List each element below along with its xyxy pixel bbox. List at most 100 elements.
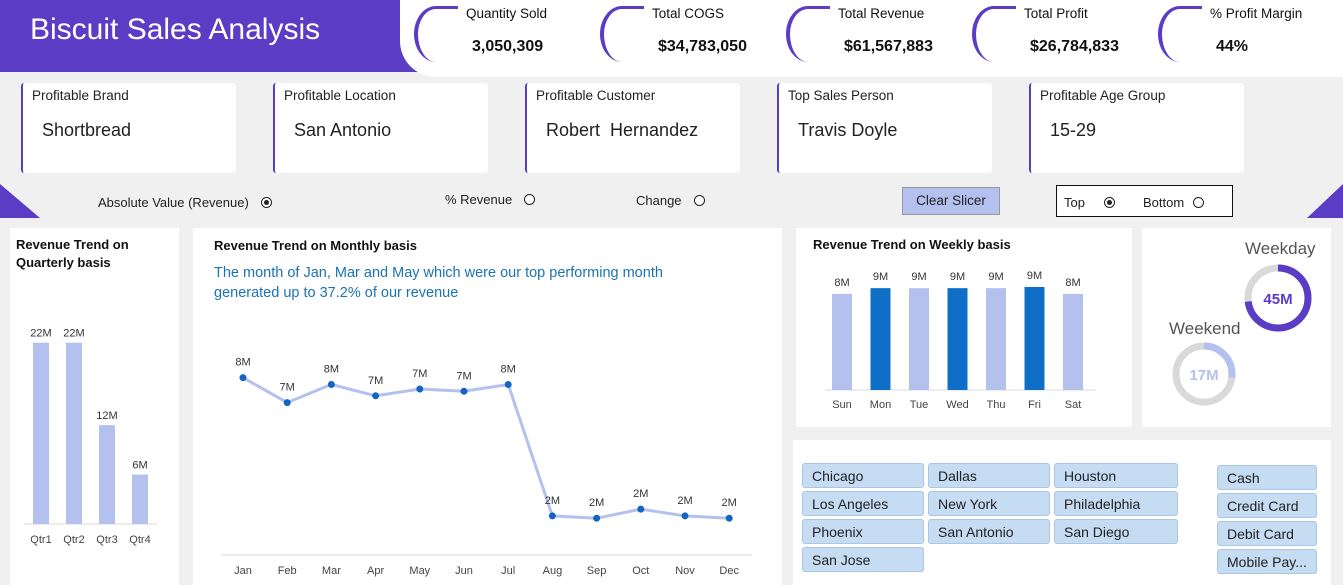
radio-percent-revenue[interactable] [524, 194, 536, 205]
data-label: 7M [412, 368, 427, 380]
slicer-city-dallas[interactable]: Dallas [928, 463, 1050, 488]
data-point-aug [548, 512, 556, 520]
slicer-city-los-angeles[interactable]: Los Angeles [802, 491, 924, 516]
option-percent-revenue[interactable]: % Revenue [445, 192, 536, 207]
option-bottom[interactable]: Bottom [1143, 195, 1205, 210]
slicer-payment-credit-card[interactable]: Credit Card [1217, 493, 1317, 518]
slicer-city-new-york[interactable]: New York [928, 491, 1050, 516]
card-value: Robert Hernandez [546, 120, 699, 140]
kpi-value: 3,050,309 [472, 38, 544, 55]
tick-label: Qtr3 [96, 534, 117, 546]
data-label: 7M [456, 370, 471, 382]
data-label: 2M [633, 488, 648, 500]
option-absolute[interactable]: Absolute Value (Revenue) [98, 195, 272, 210]
slicer-city-san-jose[interactable]: San Jose [802, 547, 924, 572]
tick-label: Oct [632, 565, 649, 577]
slicer-payment-cash[interactable]: Cash [1217, 465, 1317, 490]
weekday-label: Weekday [1245, 239, 1316, 258]
card-value: Travis Doyle [798, 120, 898, 140]
weekend-value: 17M [1189, 367, 1218, 384]
card-profitable-age-group: Profitable Age Group 15-29 [1029, 83, 1244, 173]
tick-label: Mon [870, 399, 891, 411]
slicer-city-phoenix[interactable]: Phoenix [802, 519, 924, 544]
weekly-panel: Revenue Trend on Weekly basis 8M Sun 9M Mon… [796, 228, 1132, 427]
tick-label: Wed [946, 399, 968, 411]
card-label: Profitable Brand [32, 88, 129, 103]
arc-icon [414, 6, 458, 62]
tick-label: Apr [367, 565, 384, 577]
slicer-city-san-diego[interactable]: San Diego [1054, 519, 1178, 544]
card-label: Profitable Customer [536, 88, 656, 103]
option-bottom-label: Bottom [1143, 195, 1185, 210]
data-label: 9M [988, 271, 1003, 283]
slicer-city-san-antonio[interactable]: San Antonio [928, 519, 1050, 544]
data-label: 2M [545, 495, 560, 507]
slicer-payment-debit-card[interactable]: Debit Card [1217, 521, 1317, 546]
data-point-jul [504, 380, 512, 388]
slicer-city-chicago[interactable]: Chicago [802, 463, 924, 488]
data-label: 8M [324, 363, 339, 375]
data-point-nov [681, 512, 689, 520]
data-point-jan [239, 374, 247, 382]
tick-label: Qtr4 [129, 534, 150, 546]
kpi-label: Total Profit [1024, 6, 1088, 21]
card-label: Profitable Location [284, 88, 396, 103]
card-profitable-location: Profitable Location San Antonio [273, 83, 488, 173]
radio-absolute[interactable] [260, 197, 272, 208]
arc-icon [600, 6, 644, 62]
card-value: Shortbread [42, 120, 132, 140]
data-label: 8M [235, 357, 250, 369]
arc-icon [972, 6, 1016, 62]
option-change[interactable]: Change [636, 193, 705, 208]
data-point-oct [637, 505, 645, 513]
data-label: 2M [722, 497, 737, 509]
data-point-mar [327, 380, 335, 388]
card-label: Top Sales Person [788, 88, 894, 103]
bar-qtr4 [132, 474, 148, 524]
clear-slicer-button[interactable]: Clear Slicer [902, 187, 1000, 215]
radio-bottom[interactable] [1193, 197, 1205, 208]
bar-mon [870, 288, 891, 390]
tick-label: Sep [587, 565, 607, 577]
data-point-apr [372, 392, 380, 400]
option-absolute-label: Absolute Value (Revenue) [98, 195, 249, 210]
kpi-value: 44% [1216, 38, 1249, 55]
data-label: 22M [30, 328, 51, 340]
tick-label: Tue [910, 399, 929, 411]
data-label: 12M [96, 410, 117, 422]
kpi-value: $61,567,883 [844, 38, 933, 55]
weekend-label: Weekend [1169, 319, 1241, 338]
series-line [242, 376, 730, 520]
card-label: Profitable Age Group [1040, 88, 1166, 103]
bar-thu [986, 288, 1006, 390]
card-top-sales-person: Top Sales Person Travis Doyle [777, 83, 992, 173]
data-point-jun [460, 387, 468, 395]
card-profitable-brand: Profitable Brand Shortbread [21, 83, 236, 173]
data-label: 9M [873, 271, 888, 283]
title-bar: Biscuit Sales Analysis [0, 0, 430, 72]
kpi-label: Total COGS [652, 6, 725, 21]
kpi-strip: Quantity Sold 3,050,309 Total COGS $34,7… [400, 0, 1343, 77]
slicer-city-houston[interactable]: Houston [1054, 463, 1178, 488]
radio-change[interactable] [693, 195, 705, 206]
bar-tue [909, 288, 929, 390]
radio-top[interactable] [1103, 197, 1115, 208]
kpi-quantity-sold: Quantity Sold 3,050,309 [400, 0, 586, 72]
kpi-total-revenue: Total Revenue $61,567,883 [772, 0, 958, 72]
bar-wed [947, 288, 968, 390]
tick-label: Feb [278, 565, 297, 577]
tick-label: Dec [719, 565, 739, 577]
tick-label: Qtr1 [30, 534, 51, 546]
tick-label: Jun [455, 565, 473, 577]
data-label: 7M [368, 375, 383, 387]
bar-qtr2 [66, 342, 82, 524]
data-label: 9M [950, 271, 965, 283]
tick-label: May [409, 565, 430, 577]
option-top[interactable]: Top [1064, 195, 1115, 210]
slicer-payment-mobile-pay[interactable]: Mobile Pay... [1217, 549, 1317, 574]
slicer-city-philadelphia[interactable]: Philadelphia [1054, 491, 1178, 516]
arc-icon [1158, 6, 1202, 62]
tick-label: Nov [675, 565, 695, 577]
weekday-weekend-panel: 45M Weekday 17M Weekend [1142, 228, 1331, 427]
data-label: 22M [63, 328, 84, 340]
